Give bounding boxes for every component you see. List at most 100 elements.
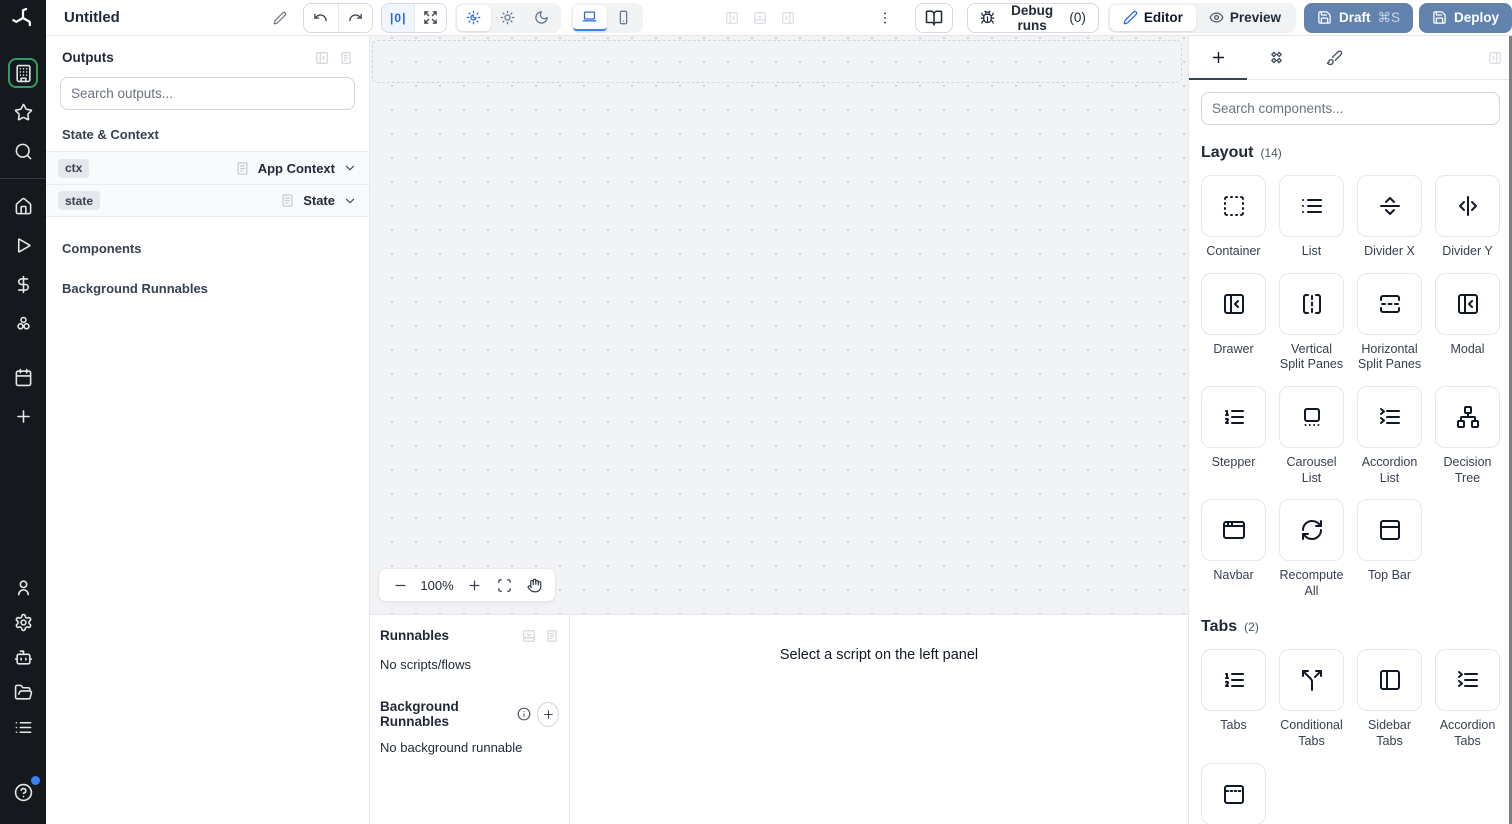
- outputs-doc-button[interactable]: [339, 51, 353, 65]
- hide-left-panel-button[interactable]: [725, 11, 739, 25]
- redo-button[interactable]: [338, 3, 373, 32]
- rail-item-search[interactable]: [8, 136, 38, 166]
- zoom-in-button[interactable]: [459, 570, 489, 600]
- editor-preview-toggle: Editor Preview: [1107, 2, 1296, 33]
- component-divider-x[interactable]: Divider X: [1357, 175, 1422, 260]
- pan-button[interactable]: [519, 570, 549, 600]
- component-label: List: [1301, 244, 1322, 258]
- output-row-state[interactable]: state State: [46, 184, 369, 217]
- panel-top-icon: [1357, 499, 1422, 562]
- chevron-down-icon[interactable]: [343, 161, 357, 175]
- theme-auto-button[interactable]: [456, 4, 491, 31]
- section-title-layout: Layout (14): [1201, 144, 1500, 162]
- component-vertical-split-panes[interactable]: Vertical Split Panes: [1279, 272, 1344, 373]
- collapse-outputs-button[interactable]: [315, 51, 329, 65]
- mobile-view-button[interactable]: [607, 5, 641, 31]
- deploy-button[interactable]: Deploy: [1419, 2, 1512, 33]
- spacing-toggle-button[interactable]: |0|: [382, 3, 415, 32]
- plus-icon: [16, 409, 30, 423]
- document-icon: [280, 193, 295, 208]
- accordion-icon: [1435, 649, 1500, 712]
- component-carousel-list[interactable]: Carousel List: [1279, 385, 1344, 486]
- rail-item-ai-assistant[interactable]: [8, 642, 38, 672]
- chevron-down-icon[interactable]: [343, 194, 357, 208]
- rail-item-schedules[interactable]: [8, 362, 38, 392]
- component-drawer[interactable]: Drawer: [1201, 272, 1266, 373]
- component-label: Modal: [1450, 341, 1485, 356]
- desktop-view-button[interactable]: [572, 4, 607, 31]
- theme-light-button[interactable]: [491, 5, 525, 31]
- rail-item-folders[interactable]: [8, 677, 38, 707]
- rail-item-account[interactable]: [8, 572, 38, 602]
- component-label: Divider X: [1364, 244, 1415, 258]
- component-accordion-list[interactable]: Accordion List: [1357, 385, 1422, 486]
- star-icon: [14, 103, 32, 120]
- component-top-bar[interactable]: Top Bar: [1357, 499, 1422, 599]
- undo-button[interactable]: [303, 3, 339, 32]
- rail-item-favorites[interactable]: [8, 97, 38, 127]
- resources-icon: [16, 316, 30, 330]
- zoom-out-button[interactable]: [385, 570, 415, 600]
- windmill-logo[interactable]: [0, 0, 46, 36]
- collapse-runnables-button[interactable]: [522, 629, 536, 643]
- draft-button[interactable]: Draft ⌘S: [1303, 2, 1413, 33]
- editor-tab[interactable]: Editor: [1109, 4, 1196, 31]
- components-panel: Layout (14) Container List Divider X Divider …: [1188, 36, 1512, 824]
- component-modal[interactable]: Modal: [1435, 272, 1500, 373]
- preview-tab[interactable]: Preview: [1196, 5, 1294, 31]
- rename-app-button[interactable]: [273, 11, 287, 25]
- components-search-input[interactable]: [1202, 101, 1499, 116]
- runnables-doc-button[interactable]: [545, 629, 559, 643]
- component-horizontal-split-panes[interactable]: Horizontal Split Panes: [1357, 272, 1422, 373]
- rail-item-help[interactable]: [8, 776, 40, 807]
- expand-grid-button[interactable]: [414, 3, 446, 32]
- debug-runs-button[interactable]: Debug runs (0): [966, 2, 1099, 33]
- component-label: Accordion Tabs: [1439, 718, 1496, 748]
- rail-item-audit-logs[interactable]: [8, 712, 38, 742]
- tab-insert-component[interactable]: [1189, 36, 1247, 80]
- section-count: (2): [1244, 620, 1259, 635]
- plus-icon: [1210, 49, 1227, 66]
- rail-item-variables[interactable]: [8, 269, 38, 299]
- component-label: Carousel List: [1286, 454, 1337, 485]
- component-accordion-tabs[interactable]: Accordion Tabs: [1435, 649, 1500, 749]
- component-stepper[interactable]: Stepper: [1201, 385, 1266, 486]
- editor-pencil-icon: [1123, 10, 1138, 25]
- rail-item-create[interactable]: [8, 401, 38, 431]
- rail-item-apps[interactable]: [8, 58, 38, 88]
- hide-right-panel-button[interactable]: [781, 11, 795, 25]
- add-background-runnable-button[interactable]: [537, 701, 559, 727]
- rail-item-home[interactable]: [8, 191, 38, 221]
- collapse-components-button[interactable]: [1488, 51, 1502, 65]
- component-tabs[interactable]: Tabs: [1201, 649, 1266, 749]
- docs-button[interactable]: [914, 2, 953, 33]
- component-tile[interactable]: [1201, 762, 1266, 824]
- component-sidebar-tabs[interactable]: Sidebar Tabs: [1357, 649, 1422, 749]
- component-divider-y[interactable]: Divider Y: [1435, 175, 1500, 260]
- tab-component-settings[interactable]: [1247, 36, 1305, 79]
- output-row-ctx[interactable]: ctx App Context: [46, 151, 369, 184]
- tab-styling[interactable]: [1305, 36, 1363, 79]
- rail-item-settings[interactable]: [8, 607, 38, 637]
- component-recompute-all[interactable]: Recompute All: [1279, 499, 1344, 599]
- component-label: Drawer: [1213, 341, 1254, 356]
- more-menu-button[interactable]: [877, 10, 893, 26]
- rail-item-runs[interactable]: [8, 230, 38, 260]
- canvas-tools-group: |0|: [381, 2, 447, 33]
- component-list[interactable]: List: [1279, 175, 1344, 260]
- component-container[interactable]: Container: [1201, 175, 1266, 260]
- component-label: Navbar: [1213, 568, 1254, 583]
- notification-dot: [31, 776, 40, 785]
- component-decision-tree[interactable]: Decision Tree: [1435, 385, 1500, 486]
- app-canvas[interactable]: 100%: [370, 36, 1188, 614]
- component-navbar[interactable]: Navbar: [1201, 499, 1266, 599]
- component-conditional-tabs[interactable]: Conditional Tabs: [1279, 649, 1344, 749]
- hide-bottom-panel-button[interactable]: [753, 11, 767, 25]
- canvas-dropzone[interactable]: [372, 40, 1182, 83]
- outputs-search-input[interactable]: [61, 86, 354, 101]
- component-label: Stepper: [1211, 454, 1256, 469]
- theme-dark-button[interactable]: [525, 5, 559, 31]
- fit-view-button[interactable]: [489, 570, 519, 600]
- rail-item-resources[interactable]: [8, 308, 38, 338]
- component-label: Accordion List: [1361, 454, 1418, 485]
